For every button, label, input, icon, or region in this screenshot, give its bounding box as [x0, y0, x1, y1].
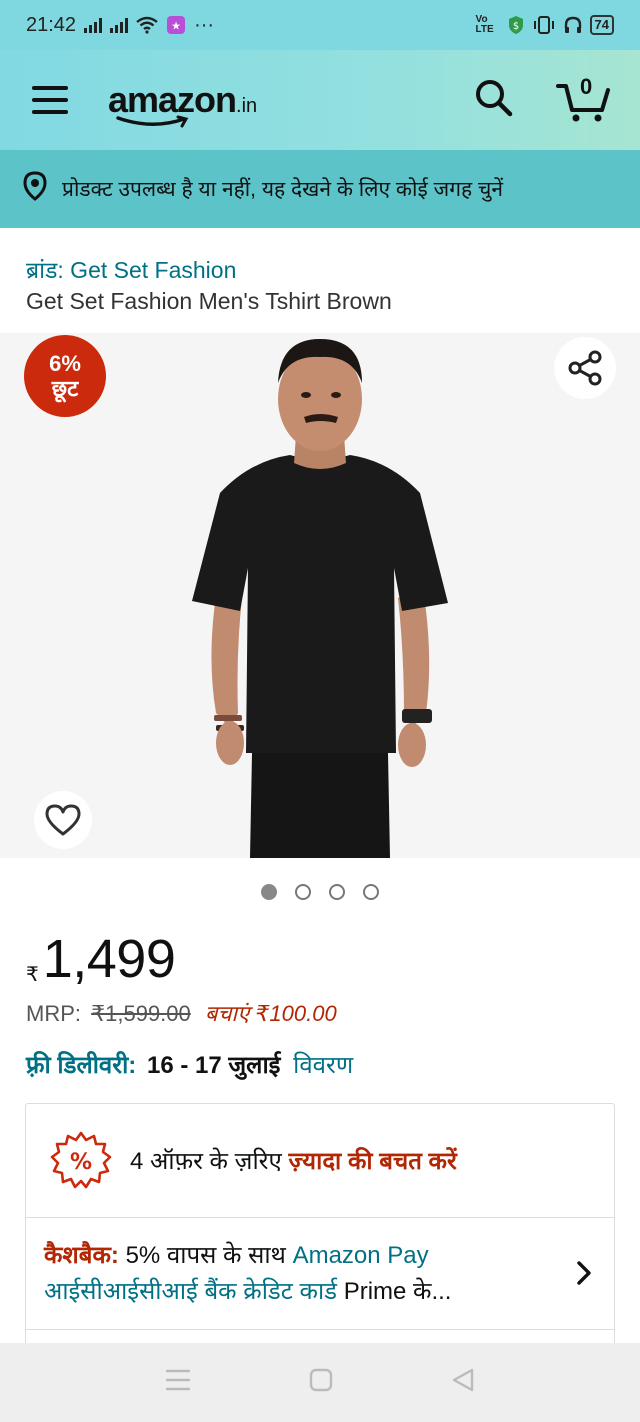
- price-block: ₹ 1,499: [26, 928, 176, 990]
- offers-panel: % 4 ऑफ़र के ज़रिए ज़्यादा की बचत करें कै…: [25, 1103, 615, 1353]
- cart-button[interactable]: 0: [556, 74, 610, 122]
- discount-badge: 6% छूट: [24, 335, 106, 417]
- back-icon: [452, 1368, 474, 1392]
- cashback-offer[interactable]: कैशबैक: 5% वापस के साथ Amazon Pay आईसीआई…: [26, 1218, 614, 1330]
- product-image-gallery[interactable]: 6% छूट: [0, 333, 640, 858]
- recent-apps-button[interactable]: [165, 1368, 191, 1397]
- offers-highlight-text: ज़्यादा की बचत करें: [288, 1148, 457, 1175]
- product-title: Get Set Fashion Men's Tshirt Brown: [26, 288, 392, 314]
- heart-icon: [45, 804, 81, 836]
- wifi-icon: [136, 16, 158, 34]
- price-amount: 1,499: [42, 929, 176, 989]
- currency-symbol: ₹: [26, 964, 39, 986]
- offers-header[interactable]: % 4 ऑफ़र के ज़रिए ज़्यादा की बचत करें: [26, 1104, 614, 1218]
- amazon-logo[interactable]: amazon.in: [108, 79, 258, 128]
- discount-word: छूट: [51, 376, 79, 401]
- vibrate-icon: [532, 15, 556, 35]
- mrp-label: MRP:: [26, 1001, 81, 1026]
- more-notifications-icon: ···: [194, 13, 215, 36]
- share-button[interactable]: [554, 337, 616, 399]
- logo-suffix: .in: [236, 95, 258, 117]
- svg-text:$: $: [512, 21, 518, 32]
- cart-count: 0: [580, 74, 593, 99]
- top-navigation-bar: amazon.in 0: [0, 50, 640, 150]
- carousel-dot[interactable]: [261, 884, 277, 900]
- back-button[interactable]: [451, 1368, 475, 1397]
- shield-icon: $: [507, 15, 525, 35]
- system-navigation-bar: [0, 1343, 640, 1422]
- signal-icon-2: [110, 17, 129, 33]
- savings-text: बचाएं ₹100.00: [204, 1001, 337, 1026]
- mrp-line: MRP: ₹1,599.00 बचाएं ₹100.00: [26, 998, 337, 1028]
- delivery-details-link[interactable]: विवरण: [293, 1052, 353, 1079]
- location-pin-icon: [22, 171, 48, 207]
- home-icon: [309, 1368, 333, 1392]
- app-notification-icon: ★: [166, 15, 186, 35]
- status-time: 21:42: [26, 13, 77, 36]
- location-text: प्रोडक्ट उपलब्ध है या नहीं, यह देखने के …: [62, 178, 504, 201]
- product-image[interactable]: [190, 333, 450, 858]
- carousel-dot[interactable]: [363, 884, 379, 900]
- logo-text: amazon: [108, 79, 237, 120]
- cashback-text: 5% वापस के साथ: [125, 1242, 286, 1269]
- carousel-dot[interactable]: [295, 884, 311, 900]
- carousel-dot[interactable]: [329, 884, 345, 900]
- cashback-tail: Prime के...: [343, 1278, 452, 1305]
- wishlist-button[interactable]: [34, 791, 92, 849]
- battery-icon: 74: [589, 15, 614, 35]
- brand-link[interactable]: ब्रांड: Get Set Fashion: [26, 253, 236, 285]
- recent-apps-icon: [165, 1369, 191, 1391]
- image-carousel-indicator[interactable]: [0, 884, 640, 900]
- logo-smile-icon: [116, 115, 189, 128]
- discount-percent: 6%: [49, 350, 81, 376]
- share-icon: [568, 350, 602, 386]
- delivery-dates: 16 - 17 जुलाई: [146, 1052, 281, 1079]
- cashback-label: कैशबैक:: [44, 1242, 119, 1269]
- svg-text:%: %: [70, 1150, 92, 1175]
- delivery-line: फ़्री डिलीवरी: 16 - 17 जुलाई विवरण: [26, 1048, 353, 1081]
- headphones-icon: [563, 15, 583, 35]
- location-bar[interactable]: प्रोडक्ट उपलब्ध है या नहीं, यह देखने के …: [0, 150, 640, 228]
- chevron-right-icon: [577, 1261, 591, 1285]
- mrp-value: ₹1,599.00: [91, 1001, 191, 1026]
- search-icon[interactable]: [474, 78, 514, 123]
- menu-icon[interactable]: [32, 86, 68, 114]
- status-bar: 21:42 ★ ··· Vo LTE $ 74: [0, 0, 640, 50]
- svg-text:★: ★: [171, 20, 181, 33]
- signal-icon: [84, 17, 103, 33]
- home-button[interactable]: [309, 1368, 333, 1397]
- offer-percent-icon: %: [50, 1131, 112, 1188]
- volte-icon: Vo LTE: [475, 14, 494, 35]
- delivery-label: फ़्री डिलीवरी:: [26, 1052, 137, 1079]
- offers-lead-text: 4 ऑफ़र के ज़रिए: [130, 1148, 282, 1175]
